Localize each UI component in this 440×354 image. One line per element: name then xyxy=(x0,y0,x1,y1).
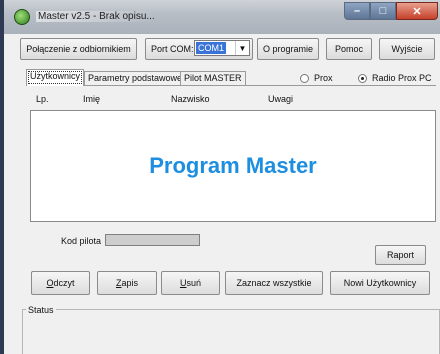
maximize-icon: □ xyxy=(379,5,387,17)
exit-button[interactable]: Wyjście xyxy=(379,38,435,60)
nowi-uzytkownicy-button[interactable]: Nowi Użytkownicy xyxy=(330,271,430,295)
port-com-label: Port COM: xyxy=(151,44,194,54)
maximize-button[interactable]: □ xyxy=(370,2,396,20)
title-bar[interactable]: Master v2.5 - Brak opisu... – □ ✕ xyxy=(4,0,440,34)
zaznacz-wszystkie-button[interactable]: Zaznacz wszystkie xyxy=(225,271,323,295)
column-header-lp[interactable]: Lp. xyxy=(36,94,49,104)
radio-radio-prox-pc[interactable]: Radio Prox PC xyxy=(358,73,432,83)
close-button[interactable]: ✕ xyxy=(396,2,438,20)
tab-uzytkownicy[interactable]: Użytkownicy xyxy=(26,69,85,86)
kod-pilota-label: Kod pilota xyxy=(61,236,102,246)
port-com-value: COM1 xyxy=(196,42,227,54)
window-title: Master v2.5 - Brak opisu... xyxy=(36,11,156,22)
status-label: Status xyxy=(26,305,56,315)
column-header-imie[interactable]: Imię xyxy=(83,94,100,104)
minimize-icon: – xyxy=(353,5,361,17)
connect-button[interactable]: Połączenie z odbiornikiem xyxy=(20,38,137,60)
usun-button[interactable]: Usuń xyxy=(161,271,220,295)
users-list[interactable]: Program Master xyxy=(30,110,436,222)
tab-pilot-master[interactable]: Pilot MASTER xyxy=(180,71,246,86)
help-button[interactable]: Pomoc xyxy=(326,38,372,60)
usun-label: Usuń xyxy=(179,278,201,288)
radio-radio-prox-pc-label: Radio Prox PC xyxy=(372,73,432,83)
main-window: Master v2.5 - Brak opisu... – □ ✕ Połącz… xyxy=(0,0,440,354)
odczyt-button[interactable]: Odczyt xyxy=(31,271,90,295)
column-header-nazwisko[interactable]: Nazwisko xyxy=(171,94,210,104)
radio-radio-prox-pc-indicator xyxy=(358,73,367,83)
zapis-button[interactable]: Zapis xyxy=(97,271,157,295)
about-button[interactable]: O programie xyxy=(257,38,319,60)
column-header-uwagi[interactable]: Uwagi xyxy=(268,94,293,104)
odczyt-label: Odczyt xyxy=(46,278,75,288)
app-icon xyxy=(14,9,30,25)
close-icon: ✕ xyxy=(412,5,422,18)
port-com-select[interactable]: COM1 ▼ xyxy=(194,40,250,56)
zapis-label: Zapis xyxy=(115,278,138,288)
radio-prox[interactable]: Prox xyxy=(300,73,333,83)
tab-divider xyxy=(26,85,436,86)
radio-prox-label: Prox xyxy=(314,73,333,83)
chevron-down-icon[interactable]: ▼ xyxy=(235,41,249,55)
window-controls: – □ ✕ xyxy=(344,2,438,20)
kod-pilota-field[interactable] xyxy=(105,234,200,246)
raport-button[interactable]: Raport xyxy=(375,245,426,265)
minimize-button[interactable]: – xyxy=(344,2,370,20)
status-group xyxy=(22,309,440,354)
radio-prox-indicator xyxy=(300,73,309,83)
program-watermark: Program Master xyxy=(149,153,317,178)
tab-parametry-podstawowe[interactable]: Parametry podstawowe xyxy=(84,71,187,86)
